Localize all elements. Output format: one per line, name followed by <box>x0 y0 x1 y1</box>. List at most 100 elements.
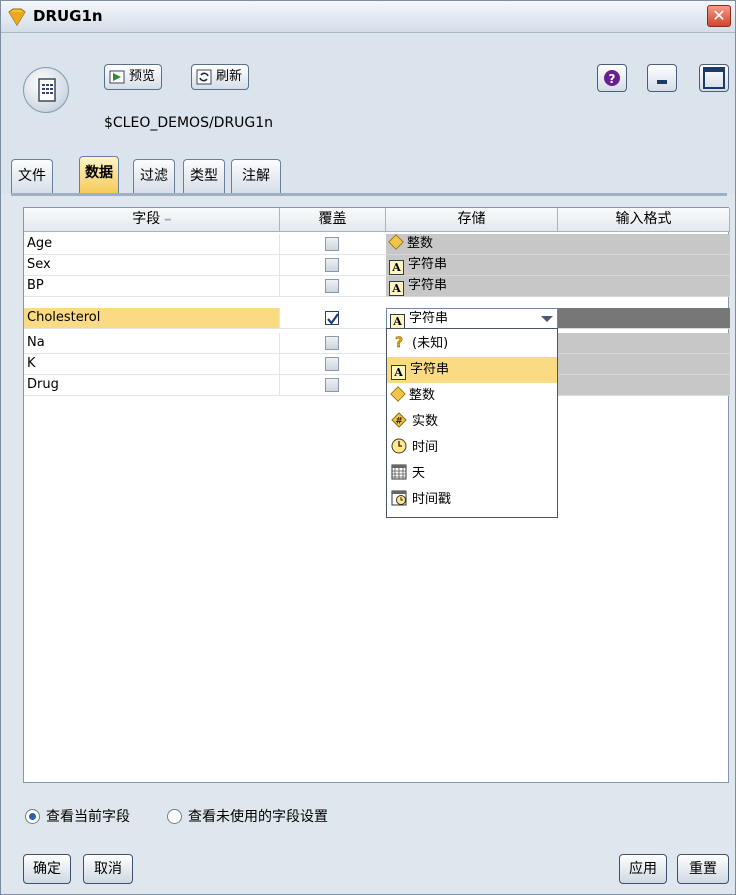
storage-option-unknown[interactable]: ? (未知) <box>387 331 557 357</box>
column-header-override[interactable]: 覆盖 <box>280 208 386 232</box>
string-icon: A <box>391 365 406 380</box>
string-icon: A <box>390 314 405 329</box>
storage-label: 字符串 <box>409 311 449 326</box>
table-row[interactable]: BP A 字符串 <box>24 276 730 297</box>
maximize-icon <box>703 67 725 89</box>
file-node-icon <box>23 67 69 113</box>
table-row[interactable]: Drug <box>24 375 730 396</box>
override-checkbox[interactable] <box>325 237 339 251</box>
timestamp-icon <box>391 490 407 506</box>
tab-divider <box>11 193 727 196</box>
storage-cell[interactable]: 整数 <box>386 234 558 255</box>
storage-label: 字符串 <box>408 278 448 293</box>
option-label: (未知) <box>412 336 449 351</box>
tab-file[interactable]: 文件 <box>11 159 53 193</box>
svg-text:?: ? <box>395 335 403 350</box>
override-checkbox[interactable] <box>325 378 339 392</box>
override-cell <box>280 354 386 375</box>
minimize-button[interactable] <box>647 64 677 92</box>
override-cell <box>280 234 386 255</box>
option-label: 实数 <box>412 414 439 429</box>
override-checkbox[interactable] <box>325 279 339 293</box>
refresh-button[interactable]: 刷新 <box>191 64 250 90</box>
tab-data[interactable]: 数据 <box>79 156 119 194</box>
table-row[interactable]: K <box>24 354 730 375</box>
input-format-cell[interactable] <box>558 333 730 354</box>
tab-type[interactable]: 类型 <box>183 159 225 193</box>
string-icon: A <box>389 260 404 275</box>
chevron-down-icon[interactable] <box>541 316 553 322</box>
dialog-window: DRUG1n ✕ 预览 刷新 ? $CLEO_DEMOS/DRUG1n 文件 数… <box>0 0 736 895</box>
override-checkbox-checked[interactable] <box>325 311 339 325</box>
input-format-cell[interactable] <box>558 354 730 375</box>
minimize-icon <box>657 80 667 84</box>
tab-filter[interactable]: 过滤 <box>133 159 175 193</box>
close-icon: ✕ <box>712 6 726 25</box>
column-header-field[interactable]: 字段 ━ <box>24 208 280 232</box>
storage-cell[interactable]: A 字符串 <box>386 255 558 276</box>
input-format-cell[interactable] <box>558 308 730 329</box>
column-header-label: 存储 <box>457 211 486 227</box>
tab-label: 类型 <box>190 168 218 184</box>
input-format-cell[interactable] <box>558 234 730 255</box>
tab-label: 过滤 <box>140 168 168 184</box>
storage-option-real[interactable]: # 实数 <box>387 409 557 435</box>
button-label: 确定 <box>33 861 61 877</box>
column-header-label: 字段 <box>132 211 161 227</box>
storage-option-string[interactable]: A 字符串 <box>387 357 557 383</box>
ok-button[interactable]: 确定 <box>23 854 71 884</box>
help-glyph: ? <box>609 72 616 86</box>
radio-label: 查看当前字段 <box>46 809 130 825</box>
close-button[interactable]: ✕ <box>707 5 731 27</box>
column-header-label: 覆盖 <box>318 211 347 227</box>
preview-label: 预览 <box>129 69 156 84</box>
override-checkbox[interactable] <box>325 336 339 350</box>
maximize-button[interactable] <box>699 64 729 92</box>
input-format-cell[interactable] <box>558 375 730 396</box>
column-header-storage[interactable]: 存储 <box>386 208 558 232</box>
table-row[interactable]: Sex A 字符串 <box>24 255 730 276</box>
radio-view-current-fields[interactable]: 查看当前字段 <box>25 806 130 826</box>
table-row[interactable]: Age 整数 <box>24 234 730 255</box>
option-label: 时间 <box>412 440 439 455</box>
refresh-label: 刷新 <box>216 69 243 84</box>
table-row[interactable]: Na <box>24 333 730 354</box>
table-row-selected[interactable]: Cholesterol A 字符串 <box>24 308 730 329</box>
preview-button[interactable]: 预览 <box>104 64 163 90</box>
radio-button[interactable] <box>167 808 182 824</box>
input-format-cell[interactable] <box>558 255 730 276</box>
override-cell <box>280 333 386 354</box>
button-label: 取消 <box>94 861 122 877</box>
button-label: 应用 <box>629 861 657 877</box>
cancel-button[interactable]: 取消 <box>83 854 133 884</box>
calendar-icon <box>391 464 407 480</box>
field-name: K <box>24 354 280 375</box>
integer-icon <box>390 386 406 402</box>
override-checkbox[interactable] <box>325 258 339 272</box>
storage-option-timestamp[interactable]: 时间戳 <box>387 487 557 513</box>
storage-option-date[interactable]: 天 <box>387 461 557 487</box>
storage-select[interactable]: A 字符串 <box>386 308 558 329</box>
storage-dropdown-list: ? (未知) A 字符串 整数 # 实数 时间 天 时间戳 <box>386 328 558 518</box>
checkmark-icon <box>327 313 339 325</box>
help-button[interactable]: ? <box>597 64 627 92</box>
document-icon <box>38 78 56 102</box>
radio-button-selected[interactable] <box>25 808 40 824</box>
field-name: BP <box>24 276 280 297</box>
storage-option-time[interactable]: 时间 <box>387 435 557 461</box>
storage-label: 字符串 <box>408 257 448 272</box>
storage-option-integer[interactable]: 整数 <box>387 383 557 409</box>
override-cell <box>280 375 386 396</box>
clock-icon <box>391 438 407 454</box>
sort-icon: ━ <box>164 215 171 226</box>
column-header-input-format[interactable]: 输入格式 <box>558 208 730 232</box>
button-label: 重置 <box>689 861 717 877</box>
override-checkbox[interactable] <box>325 357 339 371</box>
tab-annotation[interactable]: 注解 <box>231 159 281 193</box>
storage-cell[interactable]: A 字符串 <box>386 276 558 297</box>
column-header-label: 输入格式 <box>615 211 672 227</box>
radio-view-unused-fields[interactable]: 查看未使用的字段设置 <box>167 806 328 826</box>
input-format-cell[interactable] <box>558 276 730 297</box>
apply-button[interactable]: 应用 <box>619 854 667 884</box>
reset-button[interactable]: 重置 <box>677 854 729 884</box>
